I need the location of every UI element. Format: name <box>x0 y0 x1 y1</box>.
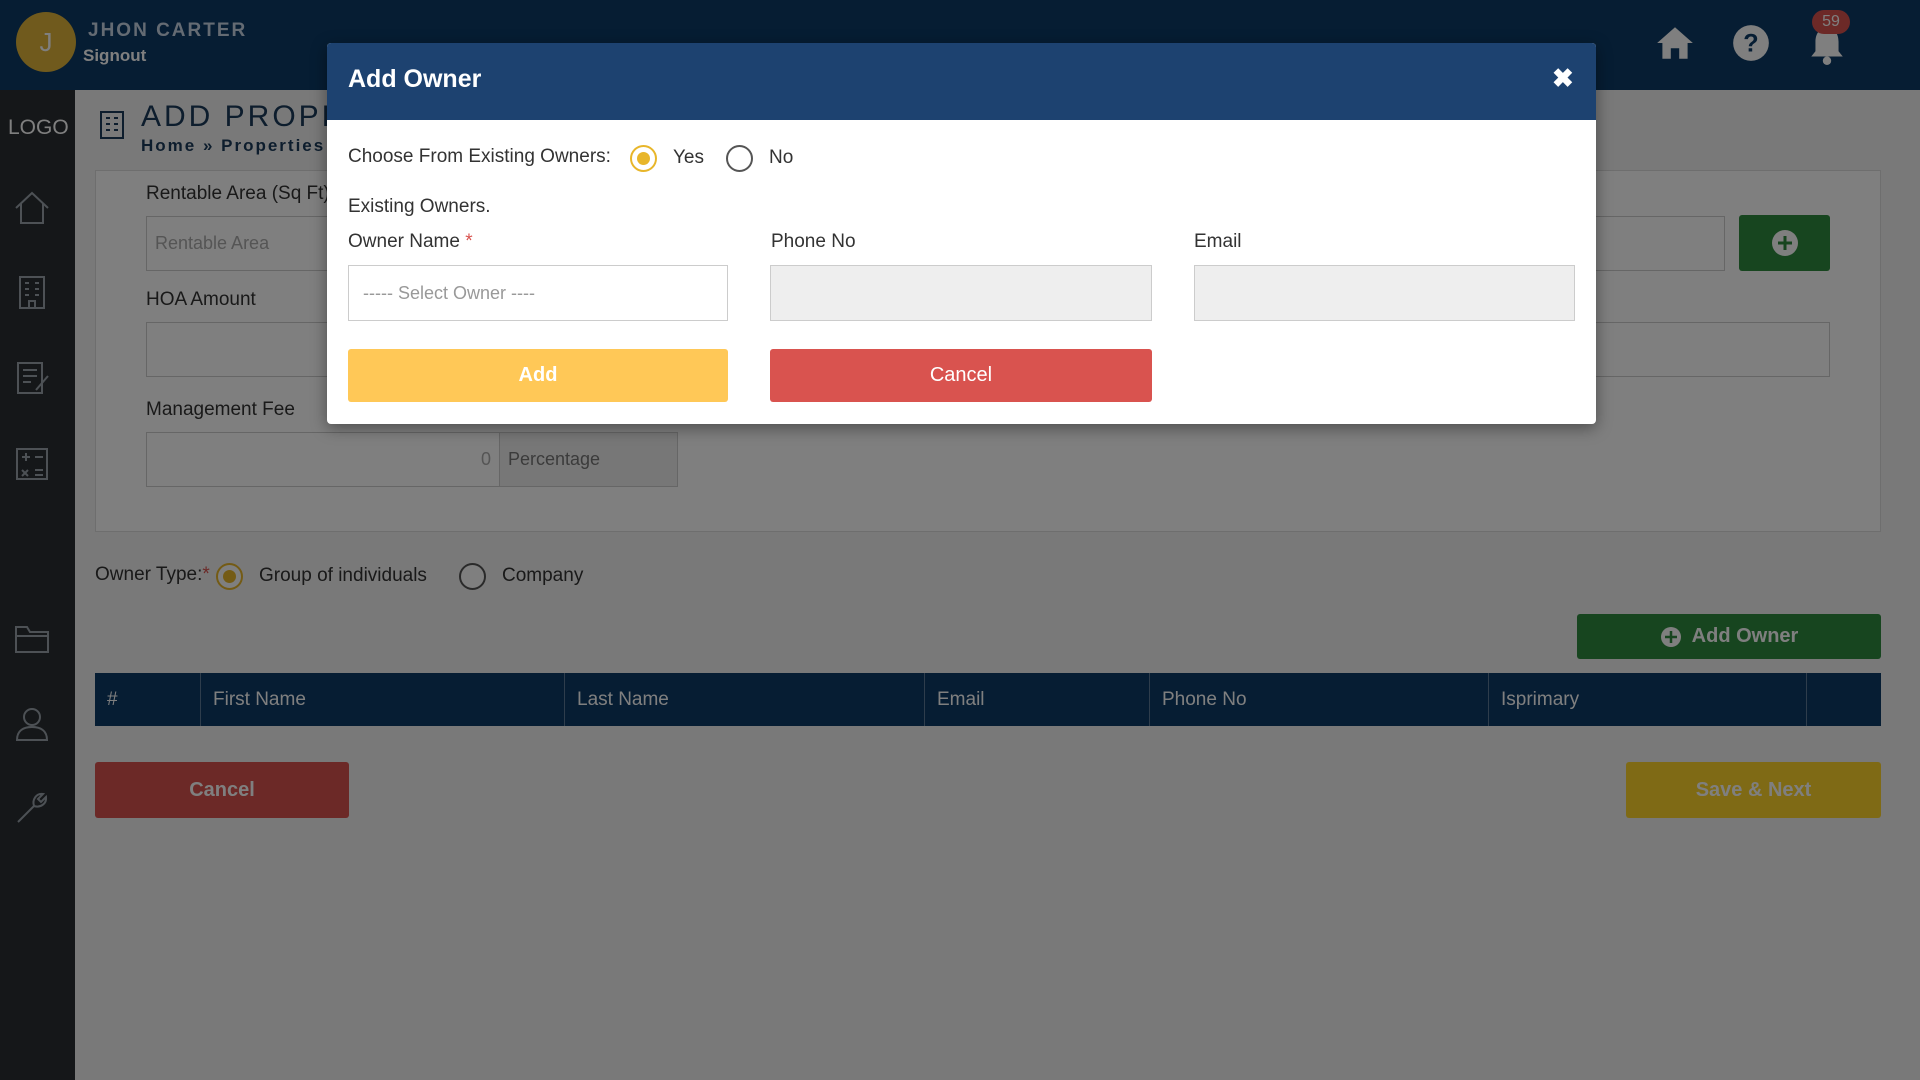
close-icon[interactable]: ✖ <box>1552 63 1574 94</box>
phone-input <box>770 265 1152 321</box>
modal-title: Add Owner <box>348 65 482 93</box>
modal-header: Add Owner ✖ <box>327 43 1596 120</box>
choose-existing-yes-label: Yes <box>673 147 704 168</box>
email-label: Email <box>1194 231 1242 252</box>
choose-existing-yes-radio[interactable] <box>630 145 657 172</box>
choose-existing-no-radio[interactable] <box>726 145 753 172</box>
add-owner-modal: Add Owner ✖ Choose From Existing Owners:… <box>327 43 1596 424</box>
modal-cancel-button[interactable]: Cancel <box>770 349 1152 402</box>
choose-existing-label: Choose From Existing Owners: <box>348 146 611 167</box>
email-input <box>1194 265 1575 321</box>
existing-owners-label: Existing Owners. <box>348 196 491 217</box>
required-mark: * <box>465 231 473 252</box>
owner-name-label-text: Owner Name <box>348 231 460 252</box>
modal-add-button[interactable]: Add <box>348 349 728 402</box>
owner-name-label: Owner Name * <box>348 231 473 253</box>
choose-existing-no-label: No <box>769 147 794 168</box>
owner-select[interactable]: ----- Select Owner ---- <box>348 265 728 321</box>
phone-label: Phone No <box>771 231 856 252</box>
